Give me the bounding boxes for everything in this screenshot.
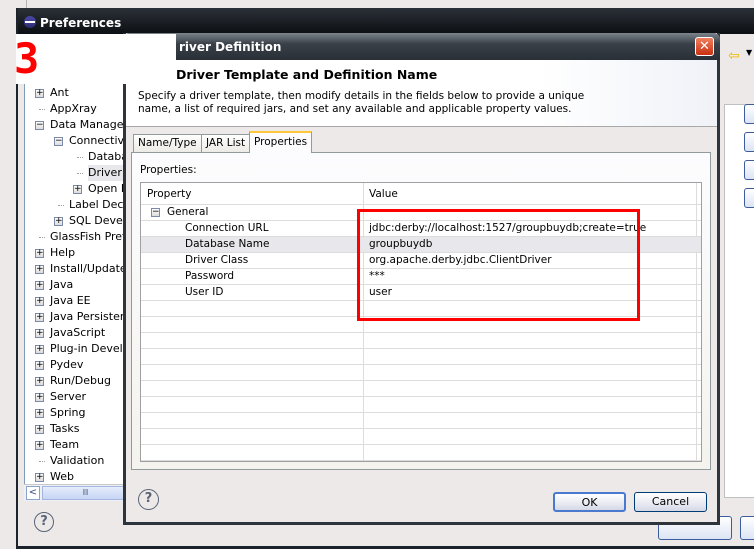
expand-icon[interactable]: + [54,217,63,226]
empty-row[interactable] [141,349,701,365]
expand-icon[interactable]: + [35,361,44,370]
prefs-side-button[interactable] [744,132,754,152]
header-divider [126,126,717,127]
dialog-title-bar[interactable]: river Definition ✕ [123,33,720,60]
expand-icon[interactable]: + [35,329,44,338]
property-name: User ID [185,286,224,298]
prefs-side-button[interactable] [744,188,754,208]
collapse-icon[interactable]: − [54,137,63,146]
property-name: Password [185,270,235,282]
expand-icon[interactable]: + [35,345,44,354]
empty-row[interactable] [141,381,701,397]
tree-connector [39,109,45,110]
tree-item-label: Plug-in Develop [50,342,129,355]
tab-properties[interactable]: Properties [249,131,313,153]
expand-icon[interactable]: + [73,185,82,194]
tree-horizontal-scrollbar[interactable]: < IIII [24,484,128,501]
group-label: General [167,206,209,218]
expand-icon[interactable]: + [35,377,44,386]
back-arrow-icon[interactable]: ⇦ [728,48,740,64]
property-name: Database Name [185,238,270,250]
empty-row[interactable] [141,461,702,462]
expand-icon[interactable]: + [35,441,44,450]
tree-item-label: Java [50,278,74,291]
tree-connector [77,173,83,174]
tree-item-label: AppXray [50,102,97,115]
tree-connector [58,205,64,206]
tree-connector [39,461,45,462]
step-annotation: 3 [14,34,40,83]
expand-icon[interactable]: + [35,425,44,434]
dialog-description: Specify a driver template, then modify d… [138,90,585,115]
expand-icon[interactable]: + [35,281,44,290]
scroll-thumb[interactable]: IIII [42,486,128,500]
tree-item-label: Java Persistenc [50,310,129,323]
tree-item-label: Server [50,390,87,403]
column-header-property[interactable]: Property [147,187,191,202]
dialog-title: river Definition [179,40,282,54]
empty-row[interactable] [141,429,701,445]
close-icon[interactable]: ✕ [695,37,714,56]
preferences-tree[interactable]: + Ant AppXray − Data Managem − Connectivit Data… [24,84,129,500]
expand-icon[interactable]: + [35,393,44,402]
expand-icon[interactable]: + [35,297,44,306]
tree-item-label: GlassFish Prefe [50,230,129,243]
column-header-value[interactable]: Value [369,187,398,202]
expand-icon[interactable]: + [35,473,44,482]
highlight-box [357,209,640,321]
help-icon[interactable]: ? [34,512,54,532]
tree-item-label: Spring [50,406,86,419]
expand-icon[interactable]: + [35,313,44,322]
background-separator [26,0,27,8]
tree-item-label: Tasks [50,422,80,435]
expand-icon[interactable]: + [35,265,44,274]
prefs-side-button[interactable] [744,104,754,124]
preferences-title: Preferences [40,16,122,30]
cancel-button[interactable]: Cancel [634,492,707,512]
tree-item-label: Help [50,246,76,259]
empty-row[interactable] [141,413,701,429]
dialog-help-icon[interactable]: ? [138,489,159,510]
expand-icon[interactable]: + [35,409,44,418]
tree-item-label: SQL Develo [69,214,129,227]
tab-jar-list[interactable]: JAR List [201,134,251,152]
property-name: Connection URL [185,222,269,234]
tree-item-label: Java EE [50,294,91,307]
collapse-icon[interactable]: − [35,121,44,130]
prefs-cancel-button[interactable] [740,516,754,540]
tree-item-label: Connectivit [69,134,129,147]
tree-item-label: Validation [50,454,105,467]
table-header[interactable]: Property Value [141,183,701,205]
tree-item-label: Web [50,470,74,483]
tree-item-label: Team [50,438,80,451]
expand-icon[interactable]: + [35,249,44,258]
dialog-heading: Driver Template and Definition Name [176,67,438,82]
expand-icon[interactable]: + [35,89,44,98]
empty-row[interactable] [141,397,701,413]
tab-name-type[interactable]: Name/Type [133,134,202,152]
empty-row[interactable] [141,365,701,381]
tree-item-label: Run/Debug [50,374,111,387]
collapse-icon[interactable]: − [151,208,160,217]
chevron-down-icon[interactable]: ▼ [746,48,752,57]
tree-item-label: JavaScript [50,326,106,339]
prefs-side-button[interactable] [744,160,754,180]
empty-row[interactable] [141,333,701,349]
tree-item-label: Data Managem [50,118,129,131]
ok-button[interactable]: OK [553,492,626,512]
tree-item-label: Ant [50,86,69,99]
tree-item-label: Install/Update [50,262,127,275]
tree-item-label: Pydev [50,358,84,371]
eclipse-icon [24,16,36,28]
preferences-title-bar[interactable]: Preferences [18,8,754,34]
tree-connector [77,157,83,158]
empty-row[interactable] [141,445,701,461]
properties-label: Properties: [140,164,197,176]
tree-item-label: Label Deco [69,198,129,211]
tree-connector [39,237,45,238]
background-toolbar [0,0,754,8]
scroll-left-arrow-icon[interactable]: < [26,486,40,500]
tree-item-label: Databa [88,150,128,163]
property-name: Driver Class [185,254,249,266]
